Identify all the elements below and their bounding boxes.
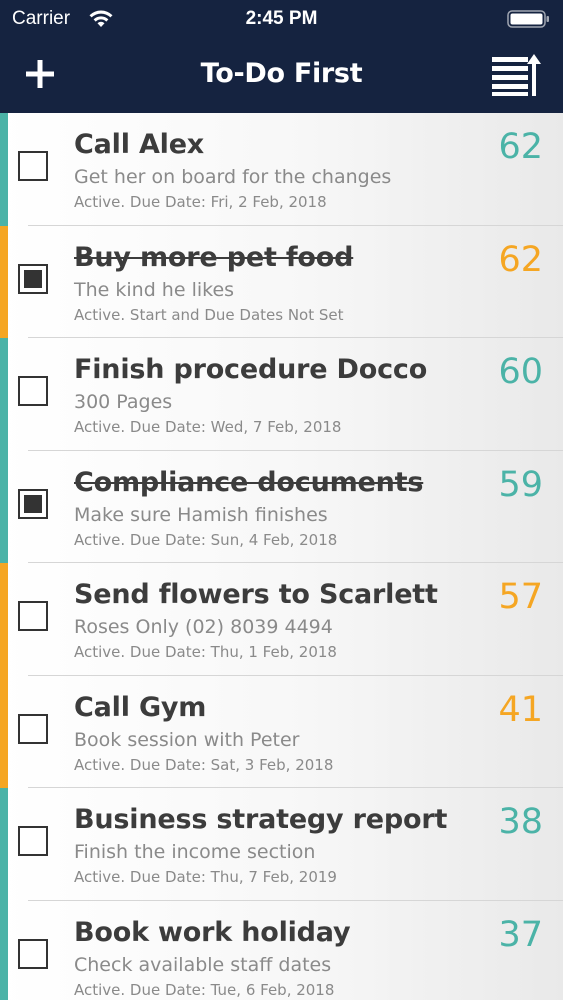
task-row[interactable]: Call Alex Get her on board for the chang…: [0, 113, 563, 226]
task-subtitle: 300 Pages: [74, 391, 173, 413]
priority-bar: [0, 450, 8, 563]
priority-bar: [0, 788, 8, 901]
task-title: Buy more pet food: [74, 241, 354, 273]
task-checkbox[interactable]: [18, 376, 48, 406]
task-checkbox[interactable]: [18, 263, 48, 294]
navigation-bar: To-Do First: [0, 40, 563, 113]
task-row[interactable]: Buy more pet food The kind he likes Acti…: [0, 225, 563, 338]
task-checkbox[interactable]: [18, 151, 48, 181]
task-subtitle: Book session with Peter: [74, 728, 300, 751]
task-title: Compliance documents: [74, 466, 424, 498]
priority-bar: [0, 225, 8, 338]
task-score: 59: [498, 464, 543, 505]
task-score: 57: [498, 577, 543, 617]
task-row[interactable]: Compliance documents Make sure Hamish fi…: [0, 450, 563, 563]
task-checkbox[interactable]: [18, 938, 48, 969]
task-title: Business strategy report: [74, 804, 448, 835]
status-bar: Carrier 2:45 PM: [0, 0, 563, 40]
task-row[interactable]: Business strategy report Finish the inco…: [0, 788, 563, 901]
priority-bar: [0, 900, 8, 1000]
sort-icon[interactable]: [491, 53, 543, 97]
task-status: Active. Due Date: Sun, 4 Feb, 2018: [74, 530, 338, 549]
priority-bar: [0, 338, 8, 451]
task-list: Call Alex Get her on board for the chang…: [0, 113, 563, 1000]
battery-icon: [507, 10, 549, 28]
task-checkbox[interactable]: [18, 601, 48, 631]
task-score: 60: [498, 352, 543, 392]
task-status: Active. Start and Due Dates Not Set: [74, 305, 344, 324]
app-screen: Carrier 2:45 PM To-Do First Call Alex Ge…: [0, 0, 563, 1000]
task-title: Finish procedure Docco: [74, 354, 428, 385]
task-title: Book work holiday: [74, 916, 351, 948]
task-subtitle: Check available staff dates: [74, 953, 332, 976]
task-title: Call Gym: [74, 691, 207, 723]
task-score: 62: [498, 127, 543, 167]
priority-bar: [0, 563, 8, 676]
task-status: Active. Due Date: Wed, 7 Feb, 2018: [74, 418, 342, 436]
task-subtitle: Get her on board for the changes: [74, 166, 392, 188]
priority-bar: [0, 113, 8, 226]
task-checkbox[interactable]: [18, 488, 48, 519]
task-score: 37: [498, 914, 543, 955]
task-checkbox[interactable]: [18, 826, 48, 856]
task-title: Send flowers to Scarlett: [74, 579, 438, 610]
task-subtitle: Make sure Hamish finishes: [74, 503, 328, 526]
task-subtitle: The kind he likes: [74, 278, 235, 301]
task-subtitle: Finish the income section: [74, 841, 316, 863]
priority-bar: [0, 675, 8, 788]
task-score: 38: [498, 802, 543, 842]
task-score: 41: [498, 689, 543, 730]
task-subtitle: Roses Only (02) 8039 4494: [74, 616, 333, 638]
task-status: Active. Due Date: Thu, 1 Feb, 2018: [74, 643, 337, 661]
task-row[interactable]: Book work holiday Check available staff …: [0, 900, 563, 1000]
task-title: Call Alex: [74, 129, 205, 160]
task-row[interactable]: Finish procedure Docco 300 Pages Active.…: [0, 338, 563, 451]
clock: 2:45 PM: [245, 8, 318, 29]
task-status: Active. Due Date: Thu, 7 Feb, 2019: [74, 868, 337, 886]
task-checkbox[interactable]: [18, 713, 48, 744]
page-title: To-Do First: [200, 58, 363, 89]
task-status: Active. Due Date: Tue, 6 Feb, 2018: [74, 980, 335, 999]
task-score: 62: [498, 239, 543, 280]
task-status: Active. Due Date: Sat, 3 Feb, 2018: [74, 755, 334, 774]
task-row[interactable]: Call Gym Book session with Peter Active.…: [0, 675, 563, 788]
task-status: Active. Due Date: Fri, 2 Feb, 2018: [74, 193, 327, 211]
task-row[interactable]: Send flowers to Scarlett Roses Only (02)…: [0, 563, 563, 676]
